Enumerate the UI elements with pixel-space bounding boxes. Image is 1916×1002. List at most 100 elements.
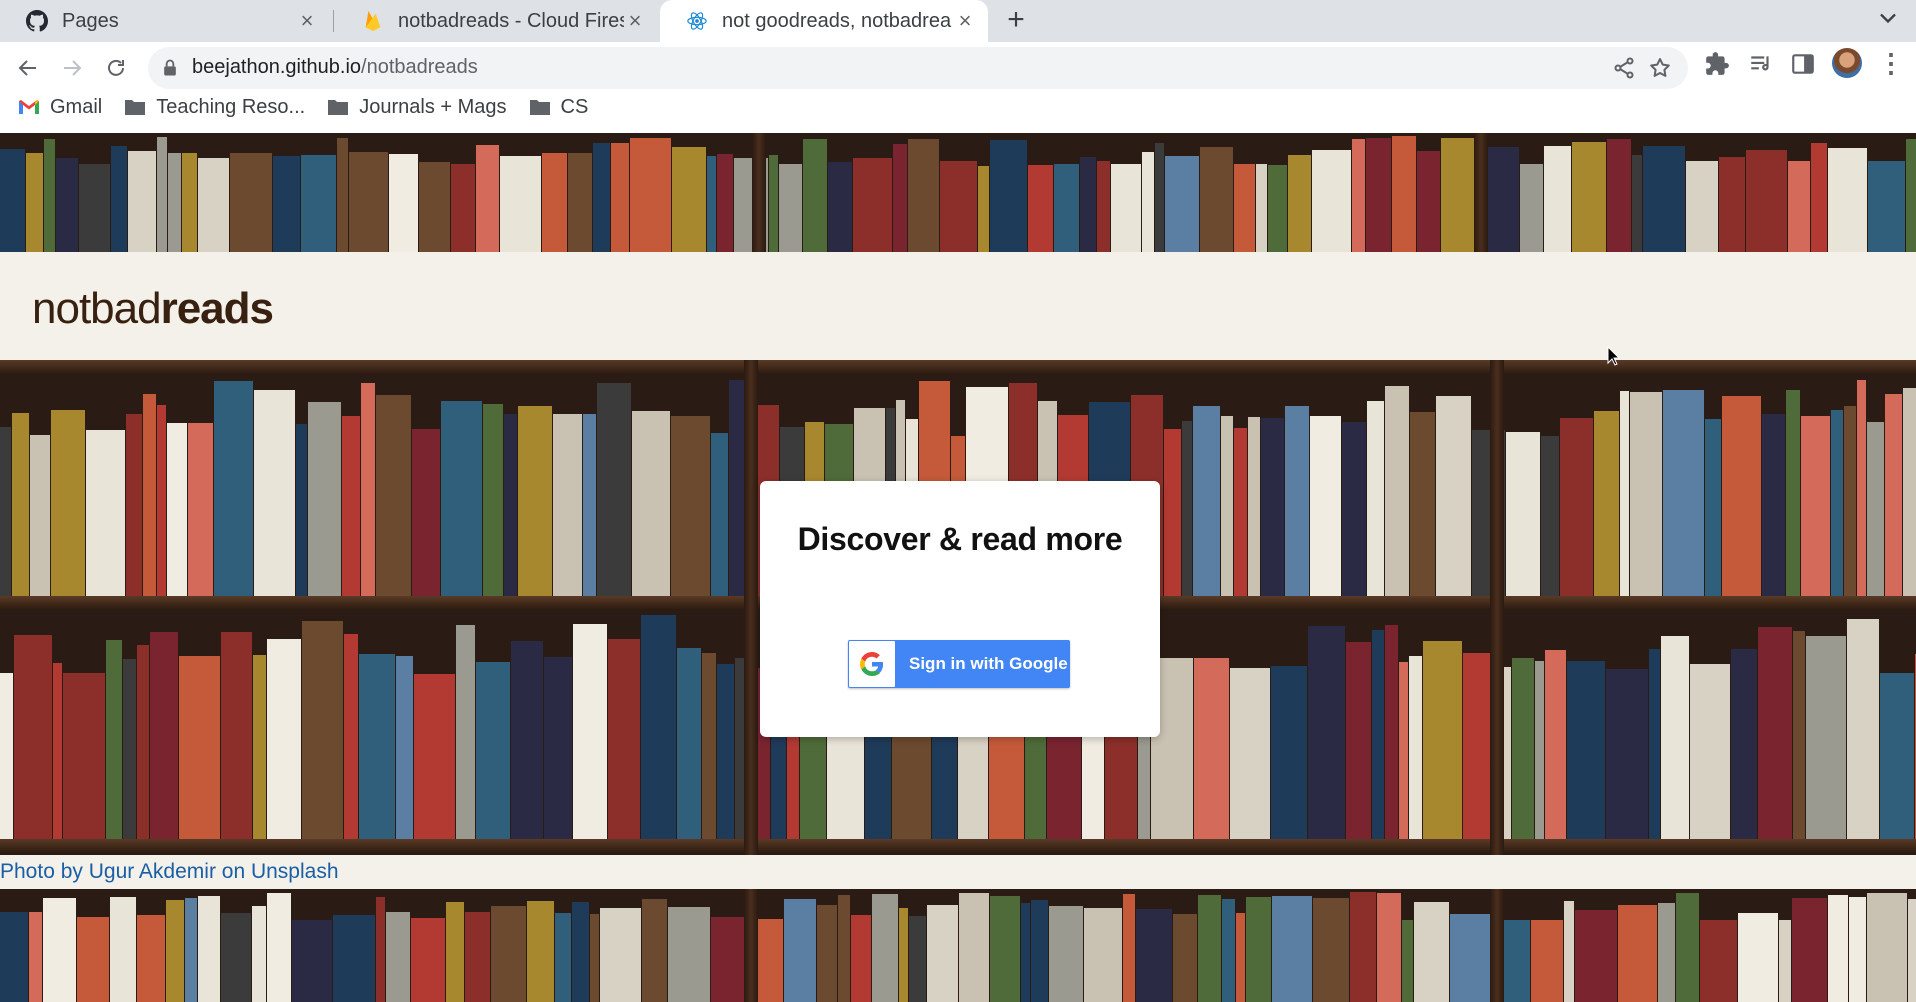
book-spine bbox=[376, 395, 411, 596]
book-spine bbox=[166, 899, 184, 1002]
book-spine bbox=[990, 896, 1020, 1002]
book-spine bbox=[851, 914, 871, 1002]
bookmarks-bar: Gmail Teaching Reso... Journals + Mags C… bbox=[0, 90, 1916, 124]
book-spine bbox=[1272, 895, 1312, 1002]
book-spine bbox=[1136, 909, 1172, 1002]
book-spine bbox=[230, 152, 272, 252]
book-spine bbox=[337, 137, 348, 252]
bookmark-label: Journals + Mags bbox=[359, 95, 507, 118]
book-spine bbox=[110, 897, 136, 1002]
tab-pages[interactable]: Pages × bbox=[0, 0, 330, 42]
shelf-divider bbox=[1490, 889, 1504, 1002]
photo-credit-link[interactable]: Photo by Ugur Akdemir on Unsplash bbox=[0, 860, 339, 884]
book-spine bbox=[14, 635, 52, 839]
book-spine bbox=[111, 145, 127, 252]
forward-button[interactable] bbox=[52, 48, 92, 88]
reading-list-icon[interactable] bbox=[1748, 51, 1774, 77]
book-spine bbox=[1541, 436, 1559, 596]
book-spine bbox=[1746, 150, 1787, 252]
book-spine bbox=[803, 139, 827, 252]
lock-icon[interactable] bbox=[160, 58, 180, 78]
book-spine bbox=[1346, 642, 1371, 839]
book-spine bbox=[583, 414, 596, 596]
book-spine bbox=[641, 615, 676, 839]
back-button[interactable] bbox=[8, 48, 48, 88]
book-spine bbox=[396, 655, 413, 839]
book-spine bbox=[1844, 406, 1856, 596]
book-spine bbox=[1193, 405, 1220, 596]
share-icon[interactable] bbox=[1612, 56, 1636, 80]
book-spine bbox=[1705, 418, 1721, 596]
book-spine bbox=[1722, 396, 1761, 596]
bookmark-star-icon[interactable] bbox=[1648, 56, 1672, 80]
site-logo[interactable]: notbadreads bbox=[32, 284, 274, 334]
book-spine bbox=[707, 156, 716, 252]
firebase-icon bbox=[362, 10, 384, 32]
back-arrow-icon bbox=[18, 60, 36, 76]
tab-title: notbadreads - Cloud Fires bbox=[398, 9, 624, 32]
book-spine bbox=[1811, 143, 1827, 252]
book-spine bbox=[1097, 161, 1110, 252]
book-spine bbox=[446, 902, 464, 1002]
bookmark-gmail[interactable]: Gmail bbox=[18, 96, 102, 119]
bookmark-journals-mags[interactable]: Journals + Mags bbox=[327, 95, 507, 119]
browser-menu-icon[interactable]: ⋮ bbox=[1878, 48, 1904, 78]
book-spine bbox=[254, 389, 295, 596]
book-spine bbox=[1399, 661, 1408, 839]
book-spine bbox=[1028, 164, 1053, 252]
bookshelf-photo-top bbox=[0, 133, 1916, 252]
book-spine bbox=[308, 402, 341, 596]
book-spine bbox=[292, 919, 332, 1002]
book-spine bbox=[1142, 151, 1154, 252]
book-spine bbox=[1234, 163, 1255, 252]
tab-close-icon[interactable]: × bbox=[954, 10, 976, 32]
tab-notbadreads[interactable]: not goodreads, notbadrea × bbox=[660, 0, 988, 42]
book-spine bbox=[43, 897, 76, 1002]
book-spine bbox=[817, 905, 837, 1002]
book-spine bbox=[1385, 625, 1398, 839]
extensions-icon[interactable] bbox=[1704, 51, 1730, 77]
bookmark-teaching-resources[interactable]: Teaching Reso... bbox=[124, 96, 305, 119]
book-spine bbox=[504, 413, 517, 596]
tab-close-icon[interactable]: × bbox=[296, 10, 318, 32]
book-spine bbox=[188, 422, 213, 596]
book-spine bbox=[597, 382, 631, 596]
book-spine bbox=[1686, 161, 1718, 252]
signin-card: Discover & read more Sign in with Google bbox=[760, 481, 1160, 737]
tab-search-chevron-icon[interactable] bbox=[1874, 4, 1902, 32]
book-spine bbox=[527, 900, 554, 1002]
folder-icon bbox=[529, 97, 551, 117]
logo-bold: reads bbox=[160, 284, 274, 333]
book-spine bbox=[419, 162, 450, 252]
book-spine bbox=[1806, 636, 1846, 839]
book-spine bbox=[779, 163, 802, 252]
bookmark-label: CS bbox=[560, 95, 589, 118]
book-spine bbox=[198, 157, 229, 252]
google-signin-button[interactable]: Sign in with Google bbox=[848, 640, 1070, 688]
book-spine bbox=[1312, 149, 1351, 252]
book-spine bbox=[296, 424, 307, 596]
reload-button[interactable] bbox=[96, 48, 136, 88]
book-spine bbox=[30, 434, 50, 596]
book-spine bbox=[333, 915, 375, 1002]
book-spine bbox=[1560, 417, 1593, 596]
book-spine bbox=[361, 383, 375, 596]
book-spine bbox=[344, 633, 358, 839]
book-spine bbox=[483, 404, 503, 596]
book-spine bbox=[642, 899, 667, 1002]
address-bar[interactable]: beejathon.github.io/notbadreads bbox=[148, 47, 1688, 89]
url-path: /notbadreads bbox=[361, 56, 478, 78]
book-spine bbox=[414, 674, 455, 839]
book-spine bbox=[511, 640, 543, 839]
profile-avatar[interactable] bbox=[1832, 48, 1862, 78]
book-spine bbox=[29, 911, 42, 1002]
side-panel-icon[interactable] bbox=[1790, 51, 1816, 77]
folder-icon bbox=[124, 97, 146, 117]
shelf-divider bbox=[744, 360, 758, 855]
book-spine bbox=[978, 165, 989, 252]
bookmark-cs[interactable]: CS bbox=[529, 95, 589, 119]
new-tab-button[interactable]: + bbox=[1002, 0, 1030, 42]
tab-close-icon[interactable]: × bbox=[624, 10, 646, 32]
book-spine bbox=[126, 413, 142, 596]
tab-firebase[interactable]: notbadreads - Cloud Fires × bbox=[336, 0, 658, 42]
